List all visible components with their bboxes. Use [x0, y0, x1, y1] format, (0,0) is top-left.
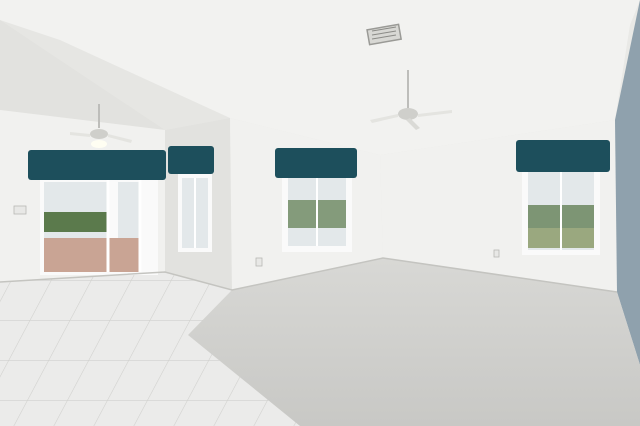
wall-outlet — [255, 257, 263, 267]
light-switch — [13, 205, 27, 215]
valance-center — [275, 148, 357, 178]
valance-door — [28, 150, 166, 180]
center-window — [282, 170, 352, 252]
right-window — [522, 165, 600, 255]
sliding-glass-door — [40, 175, 158, 275]
valance-right — [516, 140, 610, 172]
room-illustration — [0, 0, 640, 426]
empty-living-room-photo — [0, 0, 640, 426]
wall-outlet — [493, 249, 500, 258]
valance-side — [168, 146, 214, 174]
side-window — [178, 172, 212, 252]
